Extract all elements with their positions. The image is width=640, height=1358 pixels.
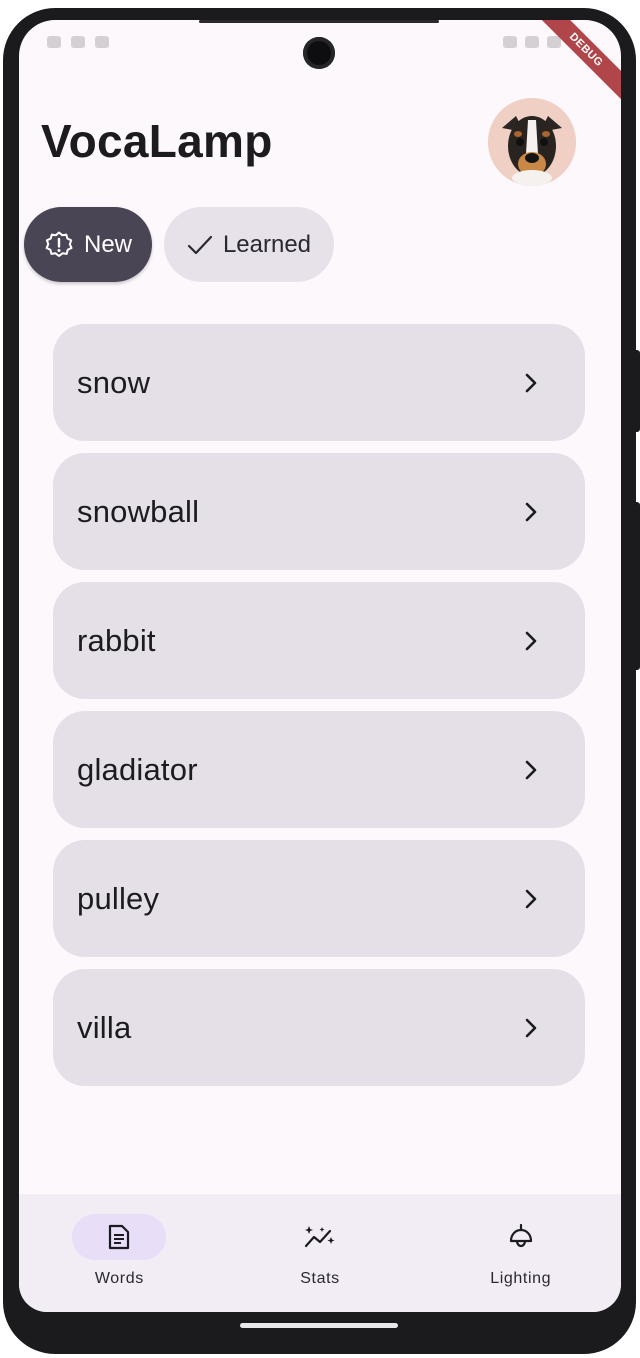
word-label: snowball xyxy=(77,493,200,529)
avatar[interactable] xyxy=(488,98,576,186)
wifi-icon xyxy=(503,36,517,48)
word-label: rabbit xyxy=(77,622,156,658)
word-label: snow xyxy=(77,364,151,400)
word-list-item[interactable]: gladiator xyxy=(53,711,585,828)
word-list-item[interactable]: villa xyxy=(53,969,585,1086)
word-list-item[interactable]: pulley xyxy=(53,840,585,957)
signal-icon xyxy=(525,36,539,48)
nav-item-stats[interactable]: Stats xyxy=(220,1194,421,1312)
word-list-item[interactable]: snow xyxy=(53,324,585,441)
status-right-icons xyxy=(503,36,561,48)
word-label: pulley xyxy=(77,880,160,916)
bottom-navigation: Words Stats Lighting xyxy=(19,1194,621,1312)
app-screen: DEBUG VocaLamp New Learned snow snowball… xyxy=(19,20,621,1312)
status-left-icons xyxy=(47,36,109,48)
front-camera xyxy=(303,37,335,69)
page-title: VocaLamp xyxy=(41,115,273,167)
nav-label: Stats xyxy=(300,1270,340,1287)
power-button xyxy=(634,350,640,432)
nav-label: Lighting xyxy=(490,1270,552,1287)
chevron-right-icon xyxy=(525,1018,537,1037)
chevron-right-icon xyxy=(525,889,537,908)
volume-buttons xyxy=(634,502,640,670)
nav-indicator xyxy=(72,1214,167,1260)
word-list-item[interactable]: rabbit xyxy=(53,582,585,699)
notification-icon xyxy=(95,36,109,48)
check-icon xyxy=(187,235,213,254)
filter-chip-learned[interactable]: Learned xyxy=(164,207,334,282)
filter-chip-label: Learned xyxy=(222,230,312,258)
word-label: gladiator xyxy=(77,751,198,787)
filter-chip-label: New xyxy=(83,230,132,258)
nav-label: Words xyxy=(94,1270,144,1287)
document-icon xyxy=(109,1224,130,1250)
notification-icon xyxy=(71,36,85,48)
chevron-right-icon xyxy=(525,631,537,650)
nav-item-words[interactable]: Words xyxy=(19,1194,220,1312)
filter-chip-new[interactable]: New xyxy=(24,207,152,282)
filter-chips: New Learned xyxy=(24,207,334,282)
dog-avatar-image xyxy=(488,98,576,186)
chevron-right-icon xyxy=(525,760,537,779)
nav-indicator xyxy=(474,1214,568,1260)
chevron-right-icon xyxy=(525,373,537,392)
word-list: snow snowball rabbit gladiator pulley vi… xyxy=(53,324,585,1098)
sparkle-chart-icon xyxy=(304,1226,335,1248)
nav-item-lighting[interactable]: Lighting xyxy=(420,1194,621,1312)
gesture-handle[interactable] xyxy=(240,1323,398,1328)
word-list-item[interactable]: snowball xyxy=(53,453,585,570)
new-badge-icon xyxy=(45,231,73,257)
word-label: villa xyxy=(77,1009,132,1045)
lamp-icon xyxy=(509,1223,532,1248)
nav-indicator xyxy=(273,1214,367,1260)
chevron-right-icon xyxy=(525,502,537,521)
notification-icon xyxy=(47,36,61,48)
